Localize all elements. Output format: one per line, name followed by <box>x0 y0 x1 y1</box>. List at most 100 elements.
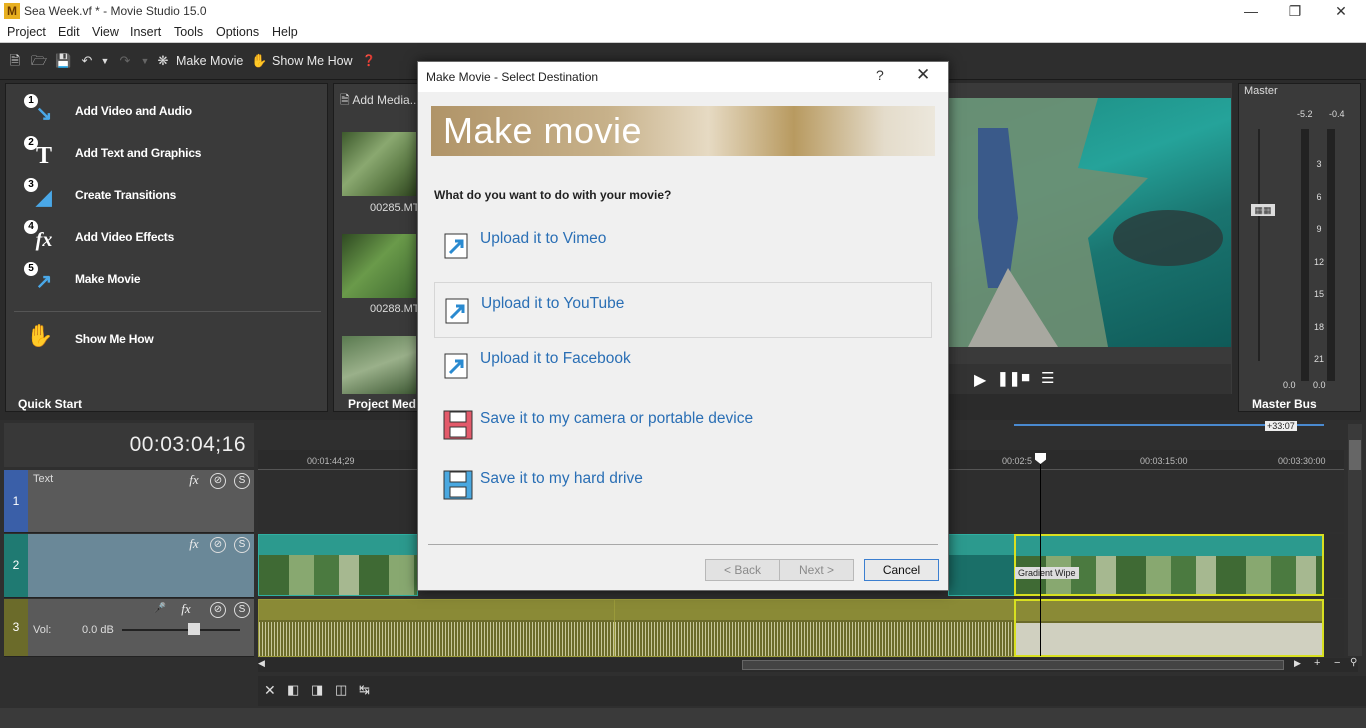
zoom-in-icon[interactable]: + <box>1314 657 1320 669</box>
split-icon[interactable]: ◫ <box>335 682 347 698</box>
video-clip[interactable] <box>258 534 418 596</box>
track-fx-icon[interactable]: fx <box>186 473 202 489</box>
option-save-hard-drive[interactable]: Save it to my hard drive <box>434 458 932 514</box>
undo-dropdown-icon[interactable]: ▼ <box>97 53 113 69</box>
master-title: Master <box>1244 85 1278 97</box>
track-header-3[interactable]: 3 Vol: 0.0 dB 🎤 fx ⊘ S <box>4 599 254 657</box>
hand-icon[interactable]: ✋ <box>251 53 267 69</box>
help-button[interactable]: ? <box>876 67 884 83</box>
trim-start-icon[interactable]: ◧ <box>287 682 299 698</box>
video-clip[interactable] <box>948 534 1016 596</box>
quick-start-item-add-text[interactable]: 2 T Add Text and Graphics <box>20 136 320 170</box>
solo-icon[interactable]: S <box>234 537 250 553</box>
master-bus-panel: Master -5.2 -0.4 ▦▦ 3 6 9 12 15 18 21 0.… <box>1238 83 1361 412</box>
scroll-right-icon[interactable]: ▶ <box>1294 658 1301 669</box>
ruler-tick: 00:02:5 <box>1002 456 1033 466</box>
volume-slider[interactable] <box>122 629 240 631</box>
dialog-title: Make Movie - Select Destination <box>426 70 599 84</box>
media-thumbnail[interactable] <box>342 336 416 394</box>
media-thumbnail[interactable] <box>342 132 416 196</box>
horizontal-scrollbar[interactable]: ◀ ▶ + − ⚲ <box>258 657 1358 672</box>
solo-icon[interactable]: S <box>234 473 250 489</box>
zoom-out-icon[interactable]: − <box>1334 657 1340 669</box>
quick-start-label: Show Me How <box>75 332 154 346</box>
menu-icon[interactable]: ☰ <box>1041 369 1054 387</box>
menu-options[interactable]: Options <box>216 25 259 39</box>
dialog-close-icon[interactable]: ✕ <box>916 65 930 85</box>
add-media-button[interactable]: 🗎 Add Media... <box>340 91 420 112</box>
minimize-button[interactable]: — <box>1228 0 1274 23</box>
next-button[interactable]: Next > <box>779 559 854 581</box>
transition-label[interactable]: Gradient Wipe <box>1015 567 1079 579</box>
scrollbar-thumb[interactable] <box>1349 440 1361 470</box>
menu-tools[interactable]: Tools <box>174 25 203 39</box>
redo-dropdown-icon[interactable]: ▼ <box>137 53 153 69</box>
volume-slider-handle[interactable] <box>188 623 200 635</box>
audio-clip-selected[interactable] <box>1014 599 1324 657</box>
fader-handle[interactable]: ▦▦ <box>1251 204 1275 216</box>
scrollbar-thumb[interactable] <box>742 660 1284 670</box>
tab-quick-start[interactable]: Quick Start <box>18 397 82 411</box>
mute-icon[interactable]: ⊘ <box>210 537 226 553</box>
make-movie-icon[interactable]: ❋ <box>155 53 171 69</box>
menu-bar: Project Edit View Insert Tools Options H… <box>0 23 1366 43</box>
option-upload-facebook[interactable]: Upload it to Facebook <box>434 338 932 394</box>
zoom-fit-icon[interactable]: ⚲ <box>1350 657 1357 668</box>
quick-start-item-effects[interactable]: 4 fx Add Video Effects <box>20 220 320 254</box>
new-file-icon[interactable]: 🗎 <box>7 53 23 69</box>
meter-value-right: 0.0 <box>1313 380 1326 390</box>
quick-start-item-make-movie[interactable]: 5 ↗ Make Movie <box>20 262 320 296</box>
audio-clip[interactable] <box>614 599 1016 657</box>
option-label: Upload it to Facebook <box>480 350 631 367</box>
track-fx-icon[interactable]: fx <box>178 602 194 618</box>
tab-project-media[interactable]: Project Med <box>348 397 416 411</box>
option-label: Save it to my hard drive <box>480 470 643 487</box>
play-icon[interactable]: ▶ <box>974 370 986 390</box>
option-label: Save it to my camera or portable device <box>480 410 754 427</box>
restore-button[interactable]: ❐ <box>1272 0 1318 23</box>
option-save-camera[interactable]: Save it to my camera or portable device <box>434 398 932 454</box>
video-clip-selected[interactable] <box>1014 534 1324 596</box>
back-button[interactable]: < Back <box>705 559 780 581</box>
ripple-icon[interactable]: ↹ <box>359 682 370 698</box>
menu-help[interactable]: Help <box>272 25 298 39</box>
mute-icon[interactable]: ⊘ <box>210 602 226 618</box>
playhead[interactable] <box>1040 456 1041 656</box>
track-number: 3 <box>4 599 28 656</box>
scroll-left-icon[interactable]: ◀ <box>258 658 265 669</box>
save-icon[interactable]: 💾 <box>55 53 71 69</box>
menu-edit[interactable]: Edit <box>58 25 80 39</box>
menu-view[interactable]: View <box>92 25 119 39</box>
option-upload-vimeo[interactable]: Upload it to Vimeo <box>434 218 932 274</box>
vertical-scrollbar[interactable] <box>1348 424 1362 656</box>
make-movie-button[interactable]: Make Movie <box>176 54 243 68</box>
open-folder-icon[interactable]: 🗁 <box>31 53 47 69</box>
menu-insert[interactable]: Insert <box>130 25 161 39</box>
trim-end-icon[interactable]: ◨ <box>311 682 323 698</box>
mic-icon[interactable]: 🎤 <box>152 602 168 618</box>
option-upload-youtube[interactable]: Upload it to YouTube <box>434 282 932 338</box>
quick-start-item-transitions[interactable]: 3 ◢ Create Transitions <box>20 178 320 212</box>
cancel-button[interactable]: Cancel <box>864 559 939 581</box>
media-thumbnail[interactable] <box>342 234 416 298</box>
menu-project[interactable]: Project <box>7 25 46 39</box>
solo-icon[interactable]: S <box>234 602 250 618</box>
make-movie-dialog: Make Movie - Select Destination ? ✕ Make… <box>417 61 949 591</box>
pause-icon[interactable]: ❚❚ <box>997 370 1020 387</box>
track-header-1[interactable]: 1 Text fx ⊘ S <box>4 470 254 533</box>
undo-icon[interactable]: ↶ <box>79 53 95 69</box>
audio-clip[interactable] <box>258 599 616 657</box>
quick-start-show-me-how[interactable]: ✋ Show Me How <box>20 322 320 356</box>
close-button[interactable]: ✕ <box>1318 0 1364 23</box>
show-me-how-button[interactable]: Show Me How <box>272 54 353 68</box>
delete-icon[interactable]: ✕ <box>264 682 276 699</box>
help-pointer-icon[interactable]: ❓ <box>361 53 377 69</box>
track-fx-icon[interactable]: fx <box>186 537 202 553</box>
track-header-2[interactable]: 2 fx ⊘ S <box>4 534 254 598</box>
mute-icon[interactable]: ⊘ <box>210 473 226 489</box>
tab-master-bus[interactable]: Master Bus <box>1252 397 1317 411</box>
stop-icon[interactable]: ■ <box>1021 369 1030 386</box>
redo-icon[interactable]: ↷ <box>117 53 133 69</box>
quick-start-item-add-video[interactable]: 1 ↘ Add Video and Audio <box>20 94 320 128</box>
meter-scale: 15 <box>1313 289 1324 299</box>
